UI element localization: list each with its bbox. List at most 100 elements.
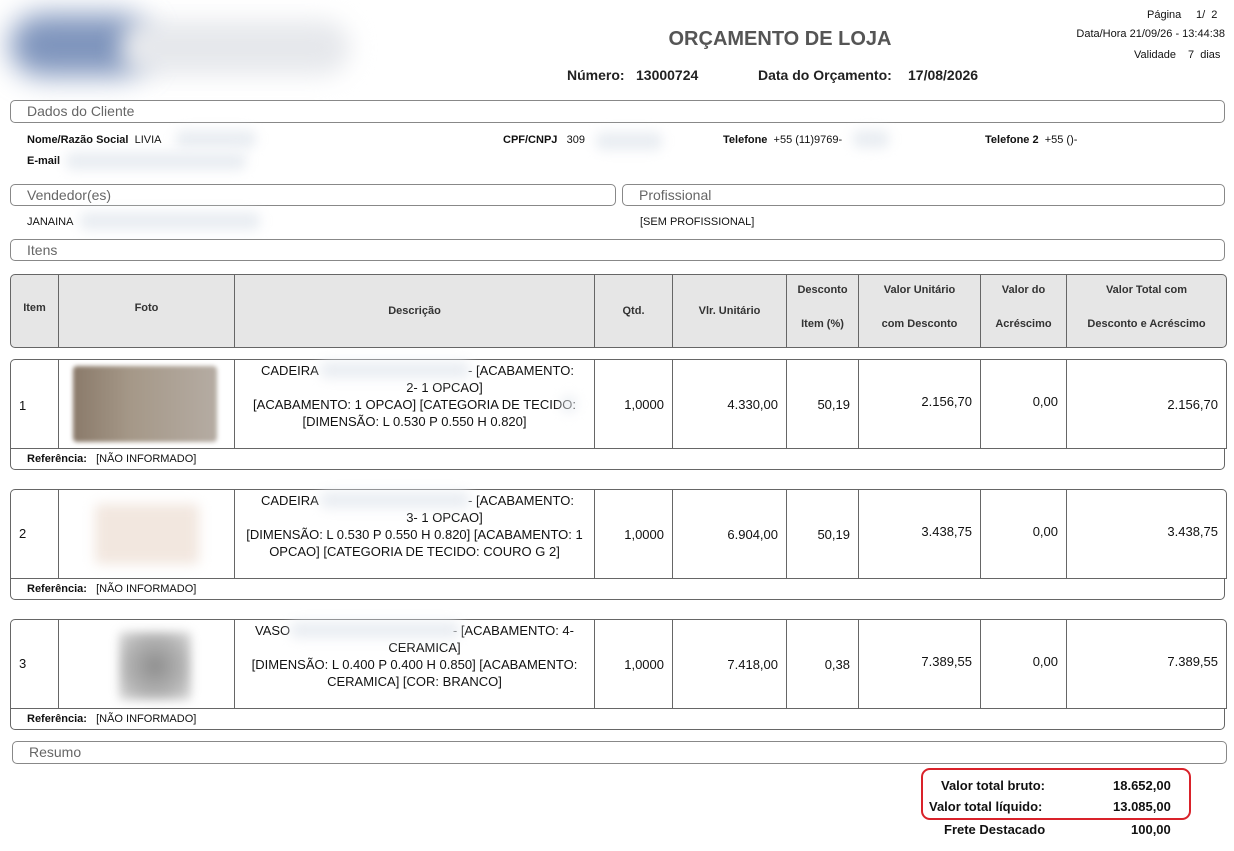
pagina-label: Página xyxy=(1147,9,1182,21)
acrescimo-value: 0,00 xyxy=(1032,393,1058,409)
cell-vlr-unit: 4.330,00 xyxy=(673,360,787,448)
nome-label: Nome/Razão Social xyxy=(27,134,129,146)
desc-line: VASO xyxy=(255,623,291,638)
cell-desconto: 0,38 xyxy=(787,620,859,708)
col-acrescimo: Valor do Acréscimo xyxy=(981,275,1067,347)
product-photo xyxy=(95,504,199,564)
redacted-desc xyxy=(290,622,460,638)
desc-line: [DIMENSÃO: L 0.400 P 0.400 H 0.850] [ACA… xyxy=(251,657,578,672)
col-total: Valor Total com Desconto e Acréscimo xyxy=(1067,275,1226,347)
desc-line: [DIMENSÃO: L 0.530 P 0.550 H 0.820] [ACA… xyxy=(246,527,583,542)
desconto-value: 0,38 xyxy=(824,656,850,672)
cell-total: 2.156,70 xyxy=(1067,360,1226,448)
company-logo-text xyxy=(120,20,350,75)
col-desconto: Desconto Item (%) xyxy=(787,275,859,347)
valor-bruto-label: Valor total bruto: xyxy=(941,778,1045,793)
col-vu-desconto-l1: Valor Unitário xyxy=(883,284,956,296)
cell-foto xyxy=(59,490,235,578)
vlr-unit-value: 7.418,00 xyxy=(727,656,778,672)
col-total-l2: Desconto e Acréscimo xyxy=(1087,318,1206,330)
cell-total: 7.389,55 xyxy=(1067,620,1226,708)
desconto-value: 50,19 xyxy=(817,396,850,412)
referencia-value: [NÃO INFORMADO] xyxy=(96,583,197,595)
numero-value: 13000724 xyxy=(636,67,699,83)
desc-line: CADEIRA xyxy=(261,363,319,378)
desc-line: - [ACABAMENTO: xyxy=(468,493,574,508)
desc-line: 3- 1 OPCAO] xyxy=(406,510,483,525)
qtd-value: 1,0000 xyxy=(624,396,664,412)
redacted-desc xyxy=(320,362,470,378)
col-descricao: Descrição xyxy=(235,275,595,347)
qtd-value: 1,0000 xyxy=(624,656,664,672)
col-acrescimo-l2: Acréscimo xyxy=(995,318,1052,330)
desc-line: CERAMICA] xyxy=(388,640,461,655)
referencia-value: [NÃO INFORMADO] xyxy=(96,453,197,465)
redacted-name xyxy=(176,130,256,148)
vendedor-name: JANAINA xyxy=(27,216,74,228)
valor-liquido-label: Valor total líquido: xyxy=(929,799,1043,814)
email-field: E-mail xyxy=(27,155,60,167)
cell-item: 3 xyxy=(11,620,59,708)
cpf-label: CPF/CNPJ xyxy=(503,134,558,146)
redacted-phone xyxy=(853,130,889,148)
col-vu-desconto: Valor Unitário com Desconto xyxy=(859,275,981,347)
redacted-desc xyxy=(562,396,576,412)
numero-label: Número: xyxy=(567,67,625,83)
vlr-unit-value: 4.330,00 xyxy=(727,396,778,412)
validade-value: 7 dias xyxy=(1188,49,1221,61)
item-number: 3 xyxy=(19,656,27,671)
telefone-field: Telefone +55 (11)9769- xyxy=(723,134,842,146)
valor-liquido-value: 13.085,00 xyxy=(1113,799,1171,814)
row-referencia: Referência: [NÃO INFORMADO] xyxy=(10,708,1225,730)
cpf-field: CPF/CNPJ 309 xyxy=(503,134,585,146)
cell-vlr-unit: 6.904,00 xyxy=(673,490,787,578)
desconto-value: 50,19 xyxy=(817,526,850,542)
table-row: 3 VASO - [ACABAMENTO: 4- CERAMICA] [DIMEN… xyxy=(10,619,1227,709)
table-row: 2 CADEIRA - [ACABAMENTO: 3- 1 OPCAO] [DIM… xyxy=(10,489,1227,579)
col-item: Item xyxy=(11,275,59,347)
telefone2-field: Telefone 2 +55 ()- xyxy=(985,134,1077,146)
redacted-cpf xyxy=(596,132,662,150)
product-photo xyxy=(73,366,217,442)
data-hora: Data/Hora 21/09/26 - 13:44:38 xyxy=(1076,28,1225,40)
vu-desc-value: 3.438,75 xyxy=(921,523,972,539)
desc-line: CADEIRA xyxy=(261,493,319,508)
data-label: Data do Orçamento: xyxy=(758,67,892,83)
validade-label: Validade xyxy=(1134,49,1176,61)
section-dados-cliente: Dados do Cliente xyxy=(10,100,1225,123)
frete-value: 100,00 xyxy=(1131,822,1171,837)
pagina-value: 1/ 2 xyxy=(1196,9,1218,21)
section-profissional: Profissional xyxy=(622,184,1225,206)
acrescimo-value: 0,00 xyxy=(1032,653,1058,669)
document-title: ORÇAMENTO DE LOJA xyxy=(668,28,892,50)
valor-bruto-value: 18.652,00 xyxy=(1113,778,1171,793)
item-number: 1 xyxy=(19,398,27,413)
col-total-l1: Valor Total com xyxy=(1105,284,1188,296)
telefone-label: Telefone xyxy=(723,134,768,146)
col-vlr-unitario: Vlr. Unitário xyxy=(673,275,787,347)
total-value: 3.438,75 xyxy=(1167,523,1218,539)
cell-item: 1 xyxy=(11,360,59,448)
email-label: E-mail xyxy=(27,155,61,167)
vu-desc-value: 7.389,55 xyxy=(921,653,972,669)
cell-qtd: 1,0000 xyxy=(595,620,673,708)
data-value: 17/08/2026 xyxy=(908,67,979,83)
nome-field: Nome/Razão Social LIVIA xyxy=(27,134,162,146)
cpf-value: 309 xyxy=(566,134,585,146)
cell-vu-desc: 3.438,75 xyxy=(859,490,981,578)
cell-qtd: 1,0000 xyxy=(595,490,673,578)
cell-desconto: 50,19 xyxy=(787,360,859,448)
total-value: 2.156,70 xyxy=(1167,396,1218,412)
cell-acrescimo: 0,00 xyxy=(981,360,1067,448)
cell-foto xyxy=(59,620,235,708)
desc-line: [DIMENSÃO: L 0.530 P 0.550 H 0.820] xyxy=(302,414,527,429)
section-resumo: Resumo xyxy=(12,741,1227,764)
redacted-email xyxy=(66,152,246,170)
items-table-header: Item Foto Descrição Qtd. Vlr. Unitário D… xyxy=(10,274,1227,348)
col-qtd: Qtd. xyxy=(595,275,673,347)
qtd-value: 1,0000 xyxy=(624,526,664,542)
referencia-label: Referência: xyxy=(27,583,87,595)
vlr-unit-value: 6.904,00 xyxy=(727,526,778,542)
col-desconto-l1: Desconto xyxy=(797,284,848,296)
cell-vlr-unit: 7.418,00 xyxy=(673,620,787,708)
